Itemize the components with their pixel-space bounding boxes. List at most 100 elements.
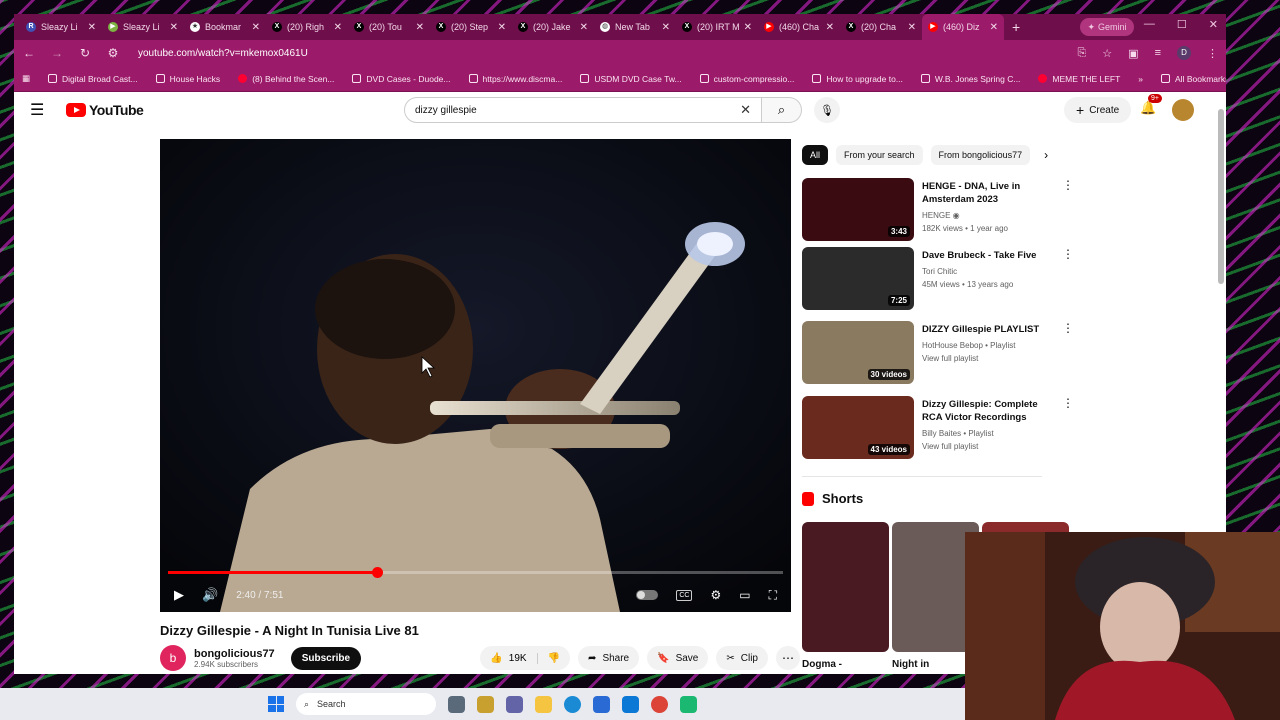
video-player[interactable]: ▶ 🔊 2:40 / 7:51 CC ⚙ ▭ ⛶ [160,139,791,612]
bookmark-item[interactable]: Digital Broad Cast... [48,74,138,84]
channel-name[interactable]: bongolicious77 [194,648,275,660]
autoplay-toggle[interactable] [636,590,659,600]
browser-tab[interactable]: X (20) Tou ✕ [348,14,430,40]
recommendation-item[interactable]: 30 videos DIZZY Gillespie PLAYLIST HotHo… [802,321,1074,384]
site-info-icon[interactable]: ⚙ [106,46,120,60]
tab-close-icon[interactable]: ✕ [580,22,588,33]
browser-tab[interactable]: ▶ (460) Cha ✕ [758,14,840,40]
recommendation-title[interactable]: HENGE - DNA, Live in Amsterdam 2023 [922,180,1054,206]
short-title[interactable]: Night in [892,659,929,670]
browser-tab[interactable]: ★ Bookmar ✕ [184,14,266,40]
chevron-right-icon[interactable]: › [1044,148,1048,162]
youtube-logo[interactable]: YouTube [66,102,144,118]
short-title[interactable]: Dogma - [802,659,842,670]
bookmark-item[interactable]: (8) Behind the Scen... [238,74,334,84]
tab-close-icon[interactable]: ✕ [744,22,752,33]
browser-tab[interactable]: R Sleazy Li ✕ [20,14,102,40]
bookmark-item[interactable]: https://www.discma... [468,74,562,84]
theater-mode-icon[interactable]: ▭ [739,588,750,602]
forward-icon[interactable]: → [50,46,64,60]
bookmark-item[interactable]: House Hacks [155,74,220,84]
bookmark-item[interactable]: USDM DVD Case Tw... [580,74,682,84]
new-tab-icon[interactable]: + [1012,19,1020,35]
more-actions-button[interactable]: ⋯ [776,646,800,670]
bookmark-item[interactable]: custom-compressio... [699,74,794,84]
close-window-icon[interactable]: ✕ [1209,18,1218,31]
browser-tab[interactable]: X (20) Jake ✕ [512,14,594,40]
browser-tab[interactable]: X (20) Righ ✕ [266,14,348,40]
video-thumbnail[interactable]: 7:25 [802,247,914,310]
browser-tab[interactable]: X (20) IRT M ✕ [676,14,758,40]
captions-icon[interactable]: CC [676,589,693,601]
minimize-icon[interactable]: — [1144,18,1155,31]
share-button[interactable]: ➦ Share [578,646,640,670]
all-bookmarks-folder[interactable]: All Bookmarks [1161,74,1226,84]
browser-tab[interactable]: X (20) Step ✕ [430,14,512,40]
reload-icon[interactable]: ↻ [78,46,92,60]
teams-icon[interactable] [506,695,523,713]
back-icon[interactable]: ← [22,46,36,60]
like-button[interactable]: 👍 19K [480,652,538,664]
bookmark-item[interactable]: W.B. Jones Spring C... [920,74,1020,84]
tab-close-icon[interactable]: ✕ [170,22,178,33]
chip-from-your-search[interactable]: From your search [836,145,923,165]
tab-search-icon[interactable]: ≡ [1155,47,1161,59]
tab-close-icon[interactable]: ✕ [990,22,998,33]
url-field[interactable]: youtube.com/watch?v=mkemox0461U [138,48,1063,59]
taskbar-search[interactable]: ⌕ Search [296,693,436,715]
overflow-chevron-icon[interactable]: » [1138,74,1143,84]
save-button[interactable]: 🔖 Save [647,646,709,670]
search-button[interactable]: ⌕ [762,97,802,123]
maximize-icon[interactable]: ☐ [1177,18,1187,31]
browser-tab[interactable]: ◍ New Tab ✕ [594,14,676,40]
short-thumbnail[interactable] [802,522,889,652]
tab-close-icon[interactable]: ✕ [416,22,424,33]
video-thumbnail[interactable]: 43 videos [802,396,914,459]
chip-all[interactable]: All [802,145,829,165]
tab-close-icon[interactable]: ✕ [908,22,916,33]
more-options-icon[interactable]: ⋮ [1062,396,1074,459]
dislike-button[interactable]: 👎 [538,653,570,664]
browser-tab[interactable]: ▶ Sleazy Li ✕ [102,14,184,40]
search-input[interactable]: dizzy gillespie ✕ [404,97,762,123]
edge-icon[interactable] [564,695,581,713]
store-icon[interactable] [593,695,610,713]
chip-from-channel[interactable]: From bongolicious77 [930,145,1031,165]
task-view-icon[interactable] [448,695,465,713]
volume-icon[interactable]: 🔊 [202,587,218,603]
clear-search-icon[interactable]: ✕ [740,102,751,118]
bookmark-item[interactable]: MEME THE LEFT [1038,74,1120,84]
channel-avatar[interactable]: b [160,645,186,671]
tab-close-icon[interactable]: ✕ [662,22,670,33]
windows-start-icon[interactable] [268,696,284,712]
recommendation-title[interactable]: DIZZY Gillespie PLAYLIST [922,323,1054,336]
video-thumbnail[interactable]: 3:43 [802,178,914,241]
install-app-icon[interactable]: ⎘ [1077,47,1086,60]
settings-gear-icon[interactable]: ⚙ [710,588,721,602]
recommendation-item[interactable]: 3:43 HENGE - DNA, Live in Amsterdam 2023… [802,178,1074,241]
bookmark-star-icon[interactable]: ☆ [1102,47,1112,60]
voice-search-button[interactable]: 🎙 [814,97,840,123]
more-options-icon[interactable]: ⋮ [1062,247,1074,310]
tab-close-icon[interactable]: ✕ [252,22,260,33]
play-icon[interactable]: ▶ [174,587,184,603]
profile-avatar[interactable]: D [1177,46,1191,60]
menu-hamburger-icon[interactable]: ☰ [30,100,48,120]
recommendation-item[interactable]: 43 videos Dizzy Gillespie: Complete RCA … [802,396,1074,459]
fullscreen-icon[interactable]: ⛶ [769,588,777,603]
bookmark-item[interactable]: How to upgrade to... [812,74,903,84]
progress-bar[interactable] [168,567,783,578]
browser-tab[interactable]: ▶ (460) Diz ✕ [922,14,1004,40]
recommendation-item[interactable]: 7:25 Dave Brubeck - Take Five Tori Chiti… [802,247,1074,310]
file-explorer-icon[interactable] [535,695,552,713]
browser-tab[interactable]: X (20) Cha ✕ [840,14,922,40]
copilot-icon[interactable] [477,695,494,713]
more-options-icon[interactable]: ⋮ [1062,178,1074,241]
recommendation-title[interactable]: Dave Brubeck - Take Five [922,249,1054,262]
video-thumbnail[interactable]: 30 videos [802,321,914,384]
create-button[interactable]: + Create [1064,97,1132,123]
clip-button[interactable]: ✂ Clip [716,646,768,670]
chrome-icon[interactable] [651,695,668,713]
app-icon[interactable] [680,695,697,713]
apps-grid-icon[interactable]: ▦ [22,73,30,84]
